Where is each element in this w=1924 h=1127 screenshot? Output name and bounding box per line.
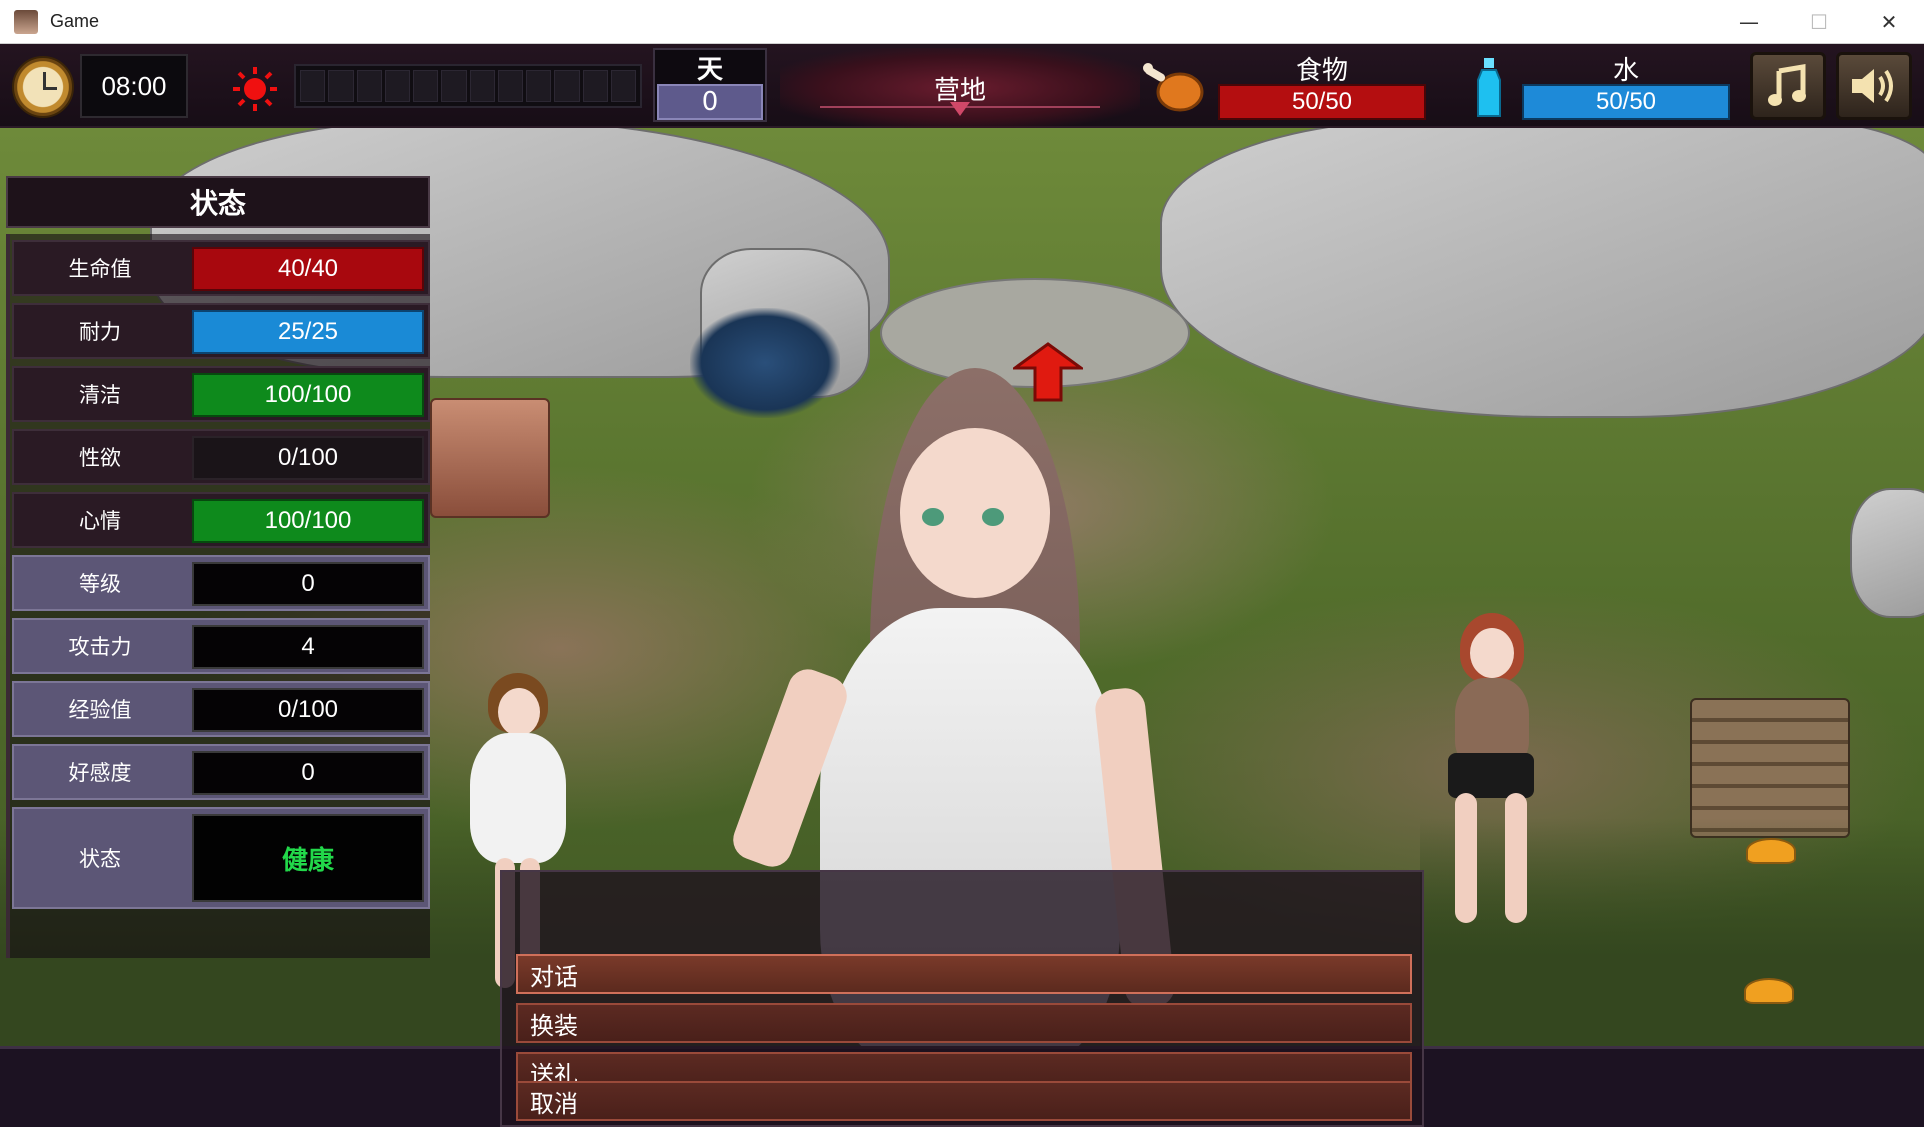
stat-label: 耐力	[79, 320, 121, 344]
window-titlebar: Game — ☐ ✕	[0, 0, 1924, 44]
stat-value: 25/25	[192, 310, 424, 354]
menu-item-talk[interactable]: 对话	[516, 954, 1412, 994]
music-toggle-button[interactable]	[1750, 52, 1826, 120]
top-hud: 08:00 天 0 营地 食物 50/50 水 50/50	[0, 44, 1924, 128]
window-controls: — ☐ ✕	[1714, 0, 1924, 44]
stat-label: 心情	[79, 509, 121, 533]
menu-item-label: 换装	[530, 1011, 578, 1040]
meat-icon	[1143, 63, 1204, 112]
blue-plant	[690, 308, 840, 418]
window-title: Game	[50, 11, 100, 31]
menu-item-cancel[interactable]: 取消	[516, 1081, 1412, 1121]
stat-value: 100/100	[192, 499, 424, 543]
stat-value: 40/40	[192, 247, 424, 291]
time-display: 08:00	[80, 54, 188, 118]
minimize-button[interactable]: —	[1714, 0, 1784, 44]
interaction-menu: 对话 换装 送礼 取消	[500, 870, 1424, 1127]
day-counter: 天 0	[653, 48, 767, 122]
sound-toggle-button[interactable]	[1836, 52, 1912, 120]
mushroom-icon	[1744, 978, 1794, 1004]
status-panel-title: 状态	[6, 176, 430, 228]
boulder	[1160, 118, 1924, 418]
stat-label: 经验值	[68, 698, 132, 722]
stat-label: 好感度	[68, 761, 132, 785]
stat-value: 4	[192, 625, 424, 669]
stat-label: 状态	[79, 847, 121, 871]
stat-row-health: 生命值 40/40	[12, 240, 430, 296]
stat-row-lust: 性欲 0/100	[12, 429, 430, 485]
stat-value: 0	[192, 751, 424, 795]
mushroom-icon	[1746, 838, 1796, 864]
stat-row-condition: 状态 健康	[12, 807, 430, 909]
stat-row-experience: 经验值 0/100	[12, 681, 430, 737]
stat-row-level: 等级 0	[12, 555, 430, 611]
stat-value: 0/100	[192, 688, 424, 732]
stat-row-affection: 好感度 0	[12, 744, 430, 800]
stat-value: 100/100	[192, 373, 424, 417]
stat-value: 0	[192, 562, 424, 606]
food-label: 食物	[1295, 56, 1348, 86]
stat-label: 生命值	[68, 257, 132, 281]
stat-row-clean: 清洁 100/100	[12, 366, 430, 422]
stat-label: 清洁	[79, 383, 121, 407]
speaker-icon	[1852, 69, 1893, 103]
menu-item-label: 对话	[530, 962, 578, 991]
status-panel-body: 生命值 40/40 耐力 25/25 清洁 100/100 性欲 0/100 心…	[6, 234, 430, 958]
day-value: 0	[657, 84, 763, 120]
day-progress-bar	[294, 64, 642, 108]
clock-icon	[12, 56, 74, 118]
sun-icon	[233, 67, 277, 111]
stat-label: 性欲	[79, 446, 121, 470]
bottle-icon	[1477, 58, 1501, 117]
red-arrow-marker-icon	[1013, 342, 1083, 402]
water-label: 水	[1612, 56, 1639, 86]
menu-item-label: 取消	[530, 1089, 578, 1118]
food-bar: 50/50	[1218, 84, 1426, 120]
stat-label: 等级	[79, 572, 121, 596]
stat-row-mood: 心情 100/100	[12, 492, 430, 548]
location-name: 营地	[780, 48, 1140, 128]
boulder	[1850, 488, 1924, 618]
maximize-button[interactable]: ☐	[1784, 0, 1854, 44]
stat-row-attack: 攻击力 4	[12, 618, 430, 674]
grass-patch	[1420, 818, 1924, 1048]
menu-item-change-outfit[interactable]: 换装	[516, 1003, 1412, 1043]
status-panel: 状态 生命值 40/40 耐力 25/25 清洁 100/100 性欲 0/10…	[6, 176, 430, 958]
log-stump	[430, 398, 550, 518]
app-icon	[14, 9, 38, 34]
close-button[interactable]: ✕	[1854, 0, 1924, 44]
game-viewport[interactable]: 08:00 天 0 营地 食物 50/50 水 50/50 状态 生命值 40/…	[0, 44, 1924, 1127]
water-bar: 50/50	[1522, 84, 1730, 120]
stat-label: 攻击力	[68, 635, 132, 659]
day-label: 天	[696, 54, 723, 85]
stat-value: 0/100	[192, 436, 424, 480]
condition-value: 健康	[192, 814, 424, 902]
location-arrow-icon	[950, 102, 970, 116]
stat-row-stamina: 耐力 25/25	[12, 303, 430, 359]
music-note-icon	[1768, 64, 1806, 106]
woodpile[interactable]	[1690, 698, 1850, 838]
